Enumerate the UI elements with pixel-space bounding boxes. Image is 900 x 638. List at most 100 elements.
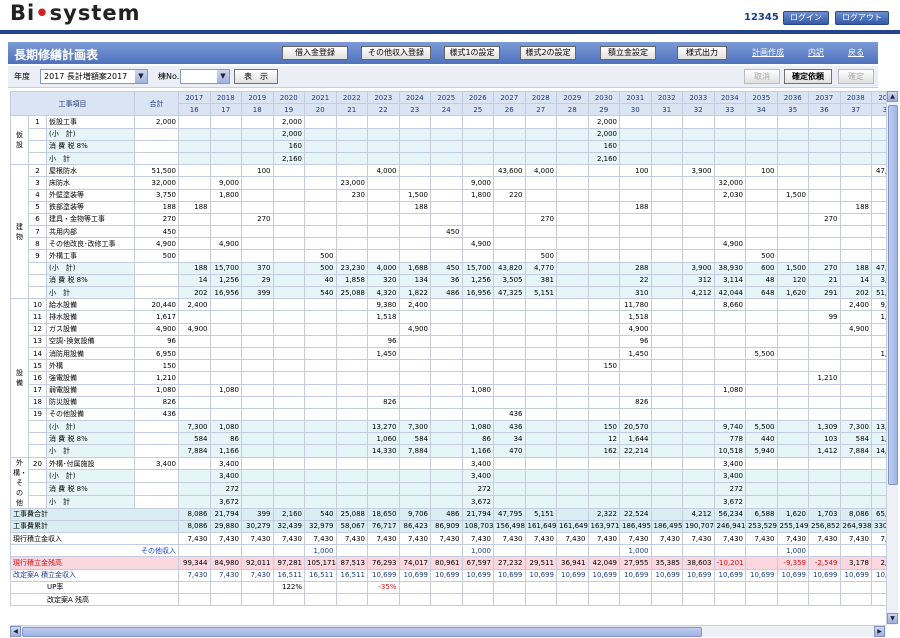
- table-row[interactable]: 6 建具・金物等工事 270 270 270 270: [11, 212, 886, 227]
- back-link[interactable]: 戻る: [848, 47, 864, 58]
- row-number: 3: [28, 176, 47, 190]
- reserve-settings-button[interactable]: 積立金設定: [600, 46, 656, 60]
- table-row[interactable]: 11排水設備1,617 1,518 1,518 99 1,518: [11, 310, 886, 324]
- table-row[interactable]: 消 費 税 8% 272 272 272: [11, 482, 886, 496]
- cell-value: [209, 359, 242, 373]
- chevron-down-icon[interactable]: ▼: [217, 70, 229, 83]
- table-row[interactable]: 15 外構 150 150: [11, 359, 886, 373]
- show-button[interactable]: 表 示: [234, 69, 278, 84]
- other-income-register-button[interactable]: その他収入登録: [361, 46, 431, 60]
- horizontal-scroll-thumb[interactable]: [22, 627, 702, 637]
- table-row[interactable]: 12 ガス設備 4,900 4,900 4,900 4,900 4,900: [11, 322, 886, 336]
- cell-value: [776, 420, 809, 434]
- breakdown-link[interactable]: 内訳: [808, 47, 824, 58]
- cell-value: 486: [430, 285, 463, 300]
- confirm-button[interactable]: 確定: [838, 69, 874, 84]
- table-row[interactable]: 仮設1仮設工事2,0002,0002,0002: [10, 115, 886, 166]
- login-button[interactable]: ログイン: [783, 11, 829, 25]
- row-number: [28, 285, 47, 300]
- summary-label: 現行積立金収入: [10, 531, 179, 546]
- cell-value: [241, 237, 274, 251]
- cell-value: [524, 310, 557, 324]
- table-row[interactable]: 3 床防水 32,000 9,000 23,000 9,000 32,000: [11, 176, 886, 190]
- chevron-down-icon[interactable]: ▼: [135, 70, 147, 83]
- table-row[interactable]: 外構・その他 20 外構･付属施設 3,400 3,400 3,400 3,400: [10, 456, 886, 509]
- table-row[interactable]: 消 費 税 8% 584 86 1,060 584 86 34 12 1,644 778 440 10…: [11, 432, 886, 446]
- table-row[interactable]: 消 費 税 8% 14 1,256 29 40 1,858 320 134 36 1,256 3,5…: [11, 273, 886, 288]
- vertical-scroll-thumb[interactable]: [888, 105, 898, 485]
- summary-label: その他収入: [10, 544, 179, 558]
- cell-value: 51,645: [871, 285, 886, 300]
- table-row[interactable]: 消 費 税 8% 160 160: [11, 139, 886, 153]
- plan-create-link[interactable]: 計画作成: [752, 47, 784, 58]
- table-row[interactable]: (小 計) 7,300 1,080 13,270 7,300 1,080 436 150 20,…: [11, 420, 886, 434]
- format1-settings-button[interactable]: 様式1の設定: [444, 46, 500, 60]
- table-row[interactable]: 14消防用設備6,950 1,450 1,450 5,500 1,450: [11, 346, 886, 361]
- cell-value: [335, 322, 368, 336]
- plan-select[interactable]: 2017 長計増額案2017 ▼: [40, 69, 148, 84]
- table-row[interactable]: 7 共用内部 450 450: [11, 225, 886, 239]
- cell-value: [682, 432, 715, 446]
- table-row[interactable]: (小 計) 3,400 3,400 3,400: [11, 469, 886, 484]
- table-row[interactable]: 小 計2,1602,1602: [11, 151, 886, 166]
- format-output-button[interactable]: 様式出力: [677, 46, 727, 60]
- cell-value: 272: [713, 482, 746, 496]
- cell-value: [745, 115, 778, 129]
- table-row[interactable]: (小 計) 188 15,700 370 500 23,230 4,000 1,688 450 1…: [11, 261, 886, 275]
- logout-button[interactable]: ログアウト: [835, 11, 889, 25]
- building-select[interactable]: ▼: [180, 69, 230, 84]
- cell-value: [493, 237, 526, 251]
- cell-value: 188: [839, 261, 872, 275]
- table-row[interactable]: 17 弱電設備 1,080 1,080 1,080 1,080: [11, 383, 886, 397]
- cell-value: [682, 249, 715, 263]
- cell-value: [493, 456, 526, 471]
- loan-register-button[interactable]: 借入金登録: [282, 46, 348, 60]
- cell-value: [808, 482, 841, 496]
- table-row[interactable]: 4 外壁塗装等 3,750 1,800 230 1,500 1,800 220 2,030 1,5…: [11, 188, 886, 202]
- table-row[interactable]: 建物 2 屋根防水 51,500 100 4,000 43,600 4,000 100 3,900…: [10, 164, 886, 300]
- table-row[interactable]: 13空調･換気設備96969696: [11, 334, 886, 348]
- table-row[interactable]: 小 計 202 16,956 399 540 25,088 4,320 1,822 486 16,…: [11, 285, 886, 300]
- confirm-request-button[interactable]: 確定依頼: [784, 69, 832, 84]
- scroll-left-icon[interactable]: ◀: [10, 626, 21, 637]
- table-row[interactable]: 18防災設備826826826826: [11, 395, 886, 409]
- table-row[interactable]: 小 計 7,884 1,166 14,330 7,884 1,166 470 162 22,21…: [11, 444, 886, 458]
- vertical-scrollbar[interactable]: ▲ ▼: [886, 91, 898, 625]
- table-row[interactable]: 設備 10 給水設備 20,440 2,400 9,380 2,400 11,780 8,660…: [10, 298, 886, 458]
- cell-value: [524, 383, 557, 397]
- cell-value: [745, 127, 778, 141]
- cell-value: [304, 359, 337, 373]
- cell-value: [713, 346, 746, 361]
- cancel-button[interactable]: 取消: [744, 69, 780, 84]
- summary-value: 9,706: [398, 507, 431, 521]
- cell-value: 7,884: [839, 444, 872, 458]
- table-row[interactable]: 9 外構工事 500 500 500 500: [11, 249, 886, 263]
- horizontal-scrollbar[interactable]: ◀ ▶: [10, 625, 886, 637]
- table-row[interactable]: 16 強電設備 1,210 1,210: [11, 371, 886, 385]
- table-row[interactable]: 5 鉄部塗装等 188 188 188 188 188: [11, 200, 886, 214]
- item-name: 空調･換気設備: [46, 334, 135, 348]
- summary-value: 74,017: [398, 556, 431, 570]
- row-number: 9: [28, 249, 47, 263]
- cell-value: 288: [619, 261, 652, 275]
- scroll-up-icon[interactable]: ▲: [887, 91, 898, 102]
- cell-value: 3,400: [461, 469, 494, 484]
- cell-value: [776, 151, 809, 166]
- period-header: 21: [335, 103, 368, 117]
- cell-value: [650, 310, 683, 324]
- scroll-down-icon[interactable]: ▼: [887, 613, 898, 624]
- format2-settings-button[interactable]: 様式2の設定: [520, 46, 576, 60]
- cell-value: [209, 151, 242, 166]
- cell-value: [745, 407, 778, 422]
- table-row[interactable]: (小 計)2,0002,0002: [11, 127, 886, 141]
- table-row[interactable]: 小 計 3,672 3,672 3,672: [11, 494, 886, 509]
- cell-value: [209, 212, 242, 227]
- table-row[interactable]: 8 その他改良･改修工事 4,900 4,900 4,900 4,900: [11, 237, 886, 251]
- scroll-right-icon[interactable]: ▶: [874, 626, 885, 637]
- cell-value: [178, 164, 211, 178]
- cell-value: [839, 212, 872, 227]
- table-row[interactable]: 19 その他設備 436 436: [11, 407, 886, 422]
- cell-value: 42,044: [713, 285, 746, 300]
- cell-value: [682, 407, 715, 422]
- cell-value: 2,000: [272, 127, 305, 141]
